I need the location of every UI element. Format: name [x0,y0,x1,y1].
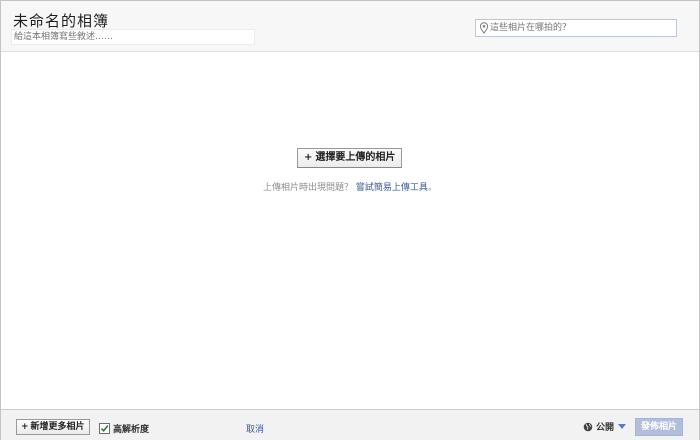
checkmark-icon [100,425,109,433]
upload-help-suffix: 。 [427,183,437,193]
location-input[interactable] [490,20,670,36]
chevron-down-icon [618,424,627,429]
simple-uploader-link[interactable]: 嘗試簡易上傳工具 [356,183,428,193]
dialog-footer: + 新增更多相片 高解析度 取消 公開 發佈相片 [1,409,699,440]
plus-icon: + [21,422,29,432]
privacy-selector[interactable]: 公開 [583,420,627,433]
cancel-link[interactable]: 取消 [246,422,264,435]
high-resolution-option[interactable]: 高解析度 [99,422,149,435]
globe-icon [583,422,593,431]
privacy-label: 公開 [596,423,615,433]
upload-help-text: 上傳相片時出現問題？ 嘗試簡易上傳工具。 [1,180,699,193]
upload-help-question: 上傳相片時出現問題？ [263,183,354,193]
album-title[interactable]: 未命名的相簿 [13,10,109,31]
upload-area: + 選擇要上傳的相片 上傳相片時出現問題？ 嘗試簡易上傳工具。 [1,52,699,409]
plus-icon: + [304,152,313,163]
high-resolution-checkbox[interactable] [99,423,110,434]
add-more-photos-button[interactable]: + 新增更多相片 [16,419,90,435]
album-header: 未命名的相簿 [1,1,699,52]
choose-photos-button[interactable]: + 選擇要上傳的相片 [297,148,403,168]
add-more-photos-label: 新增更多相片 [30,422,85,432]
photo-upload-dialog: 未命名的相簿 +選擇要上傳的相片 上傳相片時出現問題？ 嘗試簡易上傳工具。 +新… [0,0,700,440]
album-description-input[interactable] [11,29,255,45]
high-resolution-label: 高解析度 [113,425,150,435]
map-pin-icon [479,22,489,34]
location-field[interactable] [475,19,677,37]
choose-photos-label: 選擇要上傳的相片 [315,152,396,163]
post-photos-button[interactable]: 發佈相片 [635,418,683,436]
